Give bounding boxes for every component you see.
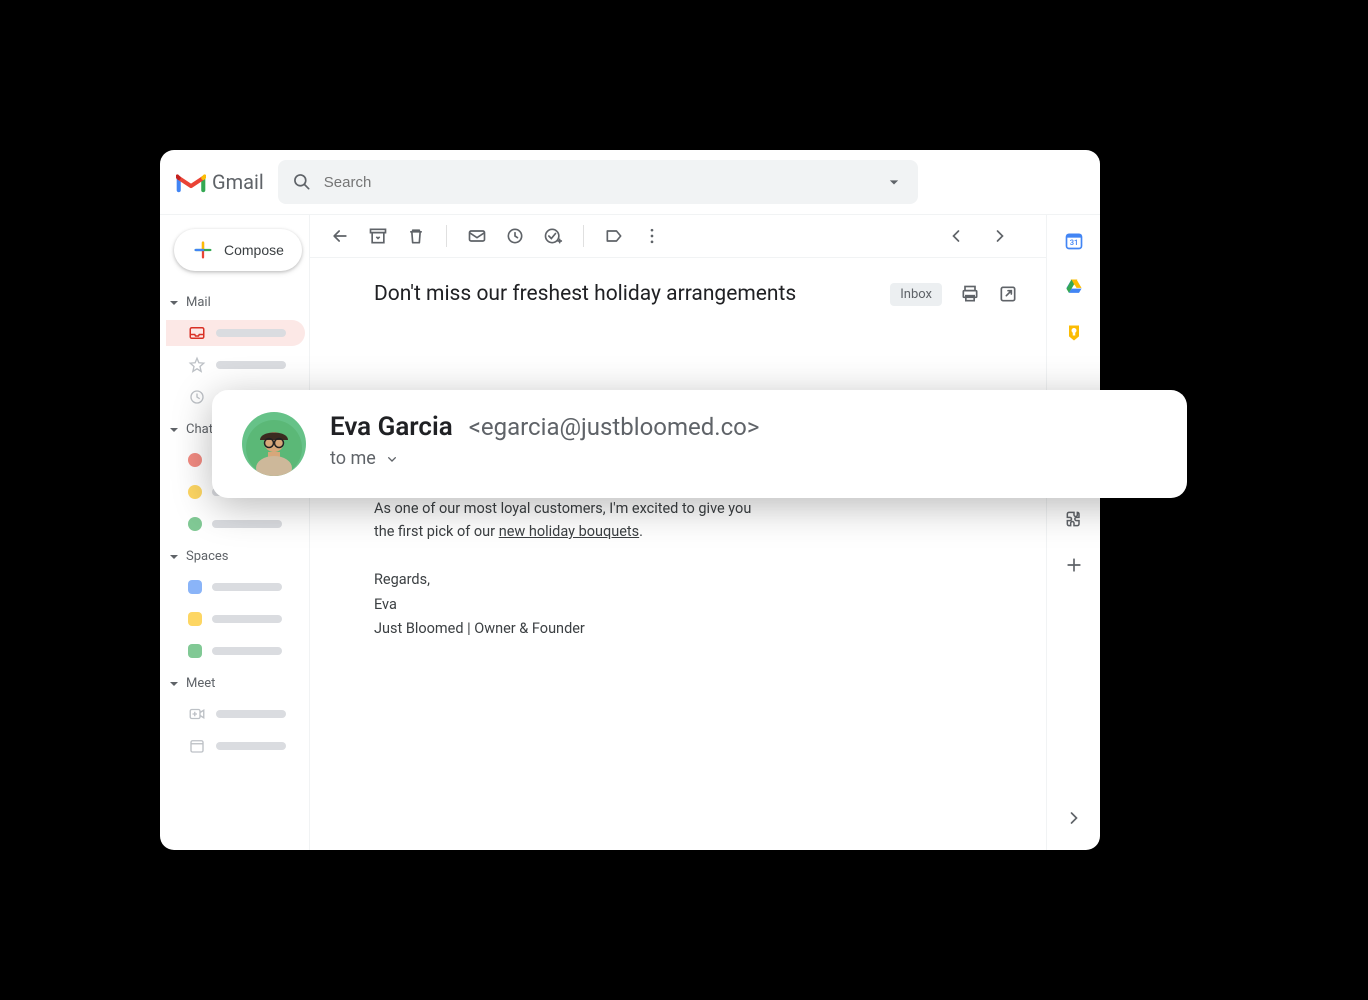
subject-row: Don't miss our freshest holiday arrangem… [310,258,1046,318]
plus-icon[interactable] [1064,555,1084,575]
status-dot-green [188,517,202,531]
sidebar: Compose Mail [160,215,310,850]
avatar-person-icon [246,420,302,476]
search-options-icon[interactable] [884,172,904,192]
gmail-m-icon [176,171,206,193]
section-spaces-label: Spaces [186,549,229,564]
space-1[interactable] [166,574,305,600]
gmail-logo[interactable]: Gmail [176,170,264,194]
print-icon[interactable] [960,284,980,304]
open-new-icon[interactable] [998,284,1018,304]
inbox-chip[interactable]: Inbox [890,283,942,306]
main-content: Don't miss our freshest holiday arrangem… [310,215,1046,850]
section-meet[interactable]: Meet [166,670,305,695]
sidebar-item-placeholder [216,329,286,337]
app-header: Gmail [160,150,1100,215]
section-meet-label: Meet [186,676,215,691]
clock-icon [188,388,206,406]
gmail-window: Gmail Compose [160,150,1100,850]
section-mail-label: Mail [186,295,211,310]
video-plus-icon [188,705,206,723]
meet-join[interactable] [166,733,305,759]
calendar-icon[interactable]: 31 [1064,231,1084,251]
sidebar-item-placeholder [216,361,286,369]
plus-icon [192,239,214,261]
archive-icon[interactable] [368,226,388,246]
section-mail[interactable]: Mail [166,289,305,314]
chevron-down-icon [384,451,400,467]
compose-label: Compose [224,242,284,258]
section-spaces[interactable]: Spaces [166,543,305,568]
space-3[interactable] [166,638,305,664]
space-square-blue [188,580,202,594]
toolbar-separator [446,225,447,247]
sidebar-item-inbox[interactable] [166,320,305,346]
status-dot-yellow [188,485,202,499]
caret-down-icon [168,551,180,563]
back-icon[interactable] [330,226,350,246]
email-sig-name: Eva [374,594,774,616]
sidebar-item-starred[interactable] [166,352,305,378]
snooze-icon[interactable] [505,226,525,246]
more-icon[interactable] [642,226,662,246]
email-toolbar [310,215,1046,258]
compose-button[interactable]: Compose [174,229,302,271]
next-icon[interactable] [990,226,1010,246]
star-icon [188,356,206,374]
meet-new[interactable] [166,701,305,727]
sidebar-item-placeholder [216,742,286,750]
chat-contact-3[interactable] [166,511,305,537]
sender-email: <egarcia@justbloomed.co> [469,413,760,441]
section-chat-label: Chat [186,422,213,437]
sender-card: Eva Garcia <egarcia@justbloomed.co> to m… [212,390,1187,498]
status-dot-red [188,453,202,467]
collapse-rail-icon[interactable] [1064,808,1084,828]
email-subject: Don't miss our freshest holiday arrangem… [374,282,872,306]
app-rail: 31 [1046,215,1100,850]
sender-info: Eva Garcia <egarcia@justbloomed.co> to m… [330,412,759,469]
add-task-icon[interactable] [543,226,563,246]
caret-down-icon [168,297,180,309]
sidebar-item-placeholder [212,520,282,528]
keep-icon[interactable] [1064,323,1084,343]
sender-avatar[interactable] [242,412,306,476]
drive-icon[interactable] [1064,277,1084,297]
delete-icon[interactable] [406,226,426,246]
sidebar-item-placeholder [212,615,282,623]
caret-down-icon [168,424,180,436]
space-square-yellow [188,612,202,626]
caret-down-icon [168,678,180,690]
toolbar-separator [583,225,584,247]
app-body: Compose Mail [160,215,1100,850]
space-2[interactable] [166,606,305,632]
email-body-link[interactable]: new holiday bouquets [499,523,639,540]
calendar-blank-icon [188,737,206,755]
recipient-text: to me [330,448,376,469]
recipient-line[interactable]: to me [330,448,759,469]
email-sig-title: Just Bloomed | Owner & Founder [374,618,774,640]
search-bar[interactable] [278,160,918,204]
svg-text:31: 31 [1069,238,1078,247]
inbox-icon [188,324,206,342]
email-paragraph: As one of our most loyal customers, I'm … [374,498,774,543]
sidebar-item-placeholder [216,710,286,718]
sender-name: Eva Garcia [330,412,453,442]
app-name: Gmail [212,170,264,194]
addons-icon[interactable] [1064,509,1084,529]
email-regards: Regards, [374,569,774,591]
label-icon[interactable] [604,226,624,246]
sidebar-item-placeholder [212,647,282,655]
space-square-green [188,644,202,658]
search-icon [292,172,312,192]
email-body-after: . [639,523,643,540]
sidebar-item-placeholder [212,583,282,591]
prev-icon[interactable] [946,226,966,246]
search-input[interactable] [324,174,872,191]
mark-unread-icon[interactable] [467,226,487,246]
